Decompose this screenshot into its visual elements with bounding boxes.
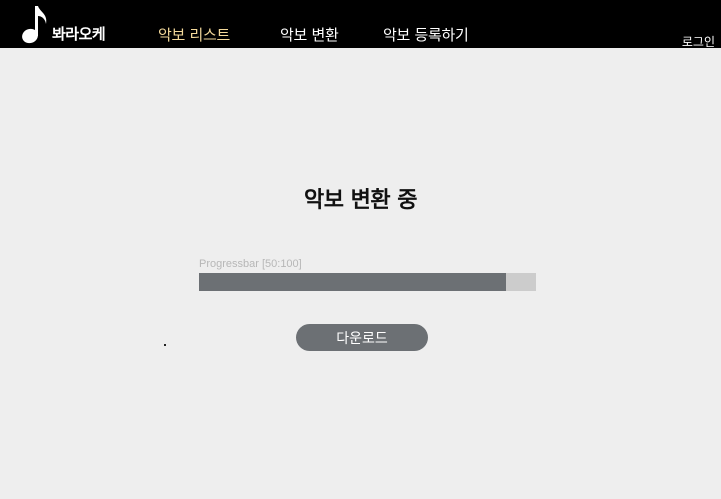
- page-title: 악보 변환 중: [303, 188, 418, 213]
- download-button[interactable]: 다운로드: [296, 324, 428, 351]
- stray-dot: [164, 344, 166, 346]
- nav-item-score-list[interactable]: 악보 리스트: [158, 24, 230, 45]
- music-note-icon: [20, 4, 50, 46]
- nav-item-score-register[interactable]: 악보 등록하기: [383, 24, 469, 45]
- logo-text: 봐라오케: [52, 25, 106, 43]
- login-link[interactable]: 로그인: [682, 33, 715, 50]
- nav-item-score-convert[interactable]: 악보 변환: [280, 24, 339, 45]
- top-navbar: 봐라오케 악보 리스트 악보 변환 악보 등록하기 로그인: [0, 0, 721, 50]
- progress-fill: [199, 273, 506, 291]
- logo[interactable]: 봐라오케: [20, 2, 106, 46]
- progress-bar: [199, 273, 536, 291]
- progress-label: Progressbar [50:100]: [199, 258, 302, 270]
